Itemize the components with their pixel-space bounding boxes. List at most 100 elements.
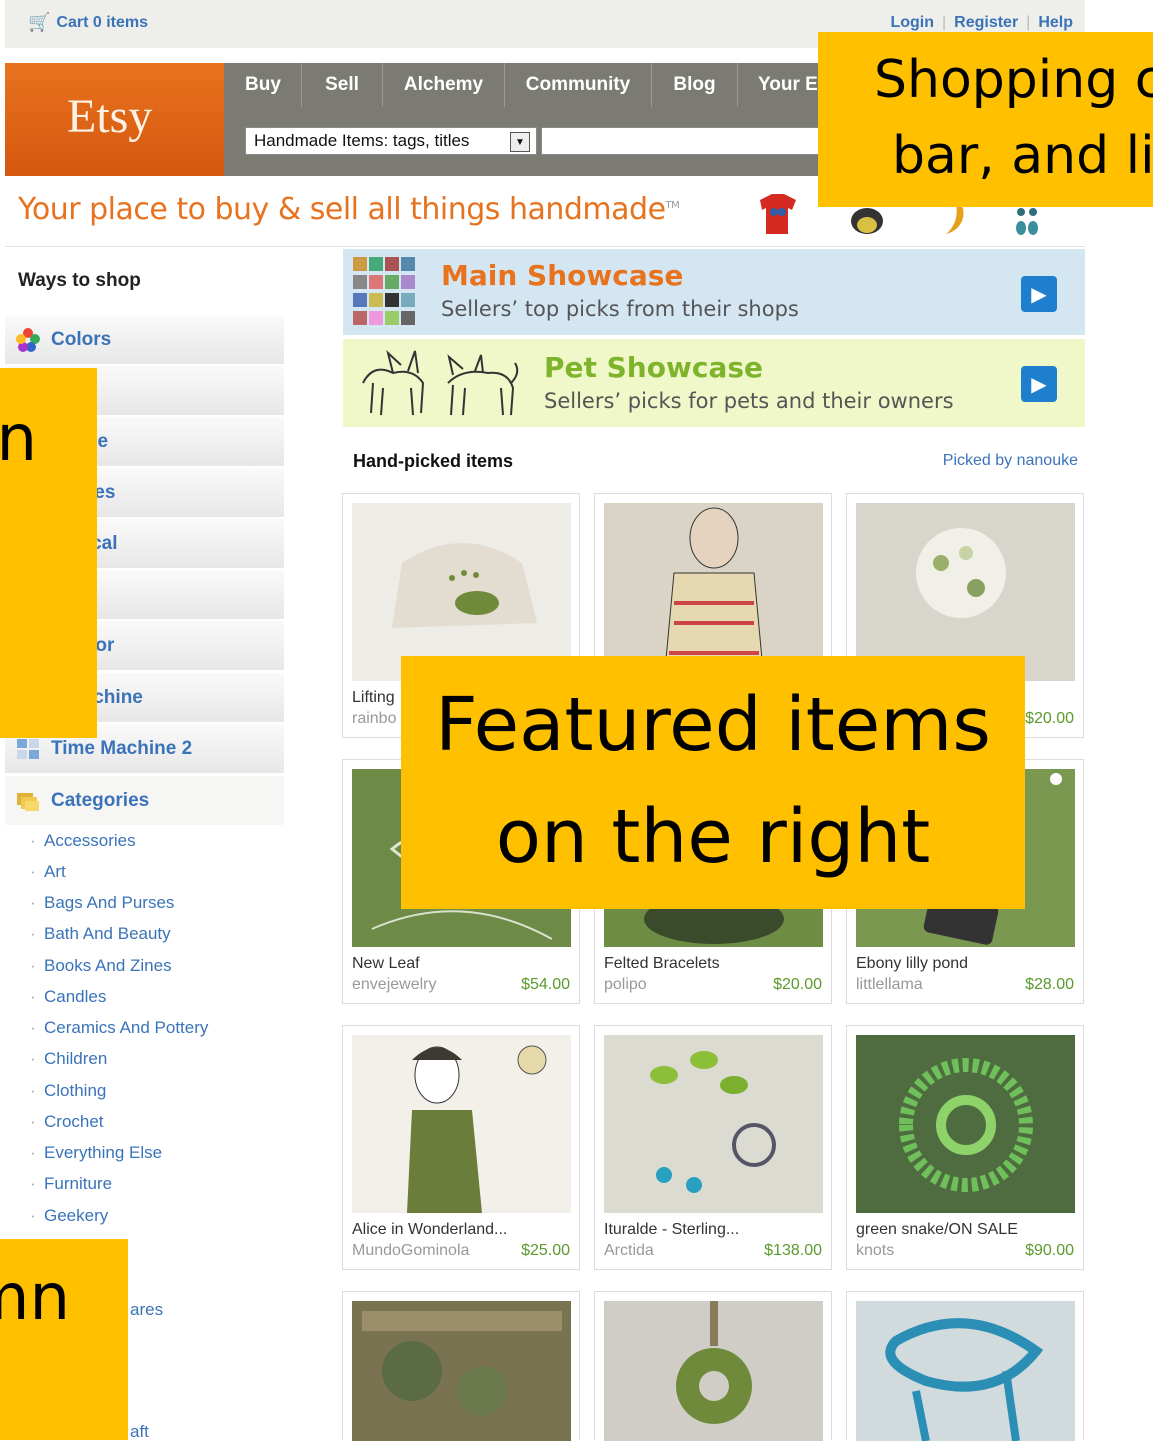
item-card[interactable] [342,1291,580,1441]
showcase-title: Main Showcase [441,259,684,292]
cart-link[interactable]: 🛒 Cart 0 items [28,12,148,33]
annotation-line: bar, and lir [892,126,1153,186]
item-card[interactable] [594,1291,832,1441]
robot-shirt-icon [752,192,804,236]
annotation-left-mid: n [0,368,97,738]
item-seller[interactable]: envejewelry [352,976,436,994]
item-card[interactable]: green snake/ON SALE knots $90.00 [846,1025,1084,1270]
item-card[interactable] [846,1291,1084,1442]
annotation-top-right: Shopping c bar, and lir [818,32,1153,207]
chevron-down-icon: ▼ [510,132,530,152]
item-image[interactable] [604,503,823,682]
item-title[interactable]: New Leaf [352,955,420,973]
category-link[interactable]: Bath And Beauty [30,924,171,944]
sidebar-item-label: Categories [51,789,150,811]
item-title[interactable]: green snake/ON SALE [856,1221,1018,1239]
category-link[interactable]: Accessories [30,831,136,851]
header-divider [5,246,1085,247]
tab-blog[interactable]: Blog [652,63,738,107]
link-separator: | [1026,14,1031,31]
item-price: $138.00 [764,1242,822,1259]
showcase-thumbnails-icon [351,255,435,331]
showcase-title: Pet Showcase [544,351,763,384]
tab-your-etsy[interactable]: Your E [738,63,818,107]
item-card[interactable]: Ituralde - Sterling... Arctida $138.00 [594,1025,832,1270]
annotation-line: mn [0,1261,70,1335]
item-title[interactable]: Alice in Wonderland... [352,1221,507,1239]
pet-showcase-banner[interactable]: Pet Showcase Sellers’ picks for pets and… [343,339,1085,427]
tab-alchemy[interactable]: Alchemy [383,63,505,107]
item-seller[interactable]: Arctida [604,1242,654,1260]
search-scope-select[interactable]: Handmade Items: tags, titles ▼ [245,127,537,155]
item-seller[interactable]: littlellama [856,976,923,994]
time-machine-2-icon [15,736,41,762]
cart-icon: 🛒 [28,12,51,32]
play-icon[interactable]: ▶ [1021,276,1057,312]
etsy-logo[interactable]: Etsy [5,63,224,176]
main-showcase-banner[interactable]: Main Showcase Sellers’ top picks from th… [343,249,1085,335]
sidebar-heading: Ways to shop [18,270,141,291]
item-image[interactable] [856,503,1075,681]
category-link[interactable]: ares [130,1300,163,1320]
category-link[interactable]: Art [30,862,66,882]
showcase-subtitle: Sellers’ top picks from their shops [441,297,799,321]
tab-community[interactable]: Community [505,63,652,107]
item-image[interactable] [352,1035,571,1213]
category-link[interactable]: Furniture [30,1174,112,1194]
sidebar-item-colors[interactable]: Colors [5,315,284,365]
play-icon[interactable]: ▶ [1021,366,1057,402]
item-image[interactable] [856,1301,1075,1442]
search-input[interactable] [541,127,831,155]
item-title[interactable]: Ebony lilly pond [856,955,968,973]
item-price: $54.00 [521,976,570,993]
item-seller[interactable]: rainbo [352,710,396,728]
sidebar-item-categories[interactable]: Categories [5,776,284,826]
tagline: Your place to buy & sell all things hand… [18,192,680,227]
item-title[interactable]: Ituralde - Sterling... [604,1221,739,1239]
item-card[interactable]: Alice in Wonderland... MundoGominola $25… [342,1025,580,1270]
category-link[interactable]: Everything Else [30,1143,162,1163]
item-price: $28.00 [1025,976,1074,993]
item-image[interactable] [856,1035,1075,1213]
login-link[interactable]: Login [890,14,934,32]
item-image[interactable] [604,1301,823,1441]
item-seller[interactable]: polipo [604,976,647,994]
account-links: Login | Register | Help [890,14,1073,32]
item-price: $20.00 [1025,710,1074,727]
sidebar-item-label: Colors [51,328,112,350]
register-link[interactable]: Register [954,14,1018,32]
category-link[interactable]: Ceramics And Pottery [30,1018,208,1038]
cart-label: Cart 0 items [56,13,149,31]
help-link[interactable]: Help [1038,14,1073,32]
sidebar-item-label: Time Machine 2 [51,737,193,759]
item-image[interactable] [604,1035,823,1213]
tab-buy[interactable]: Buy [225,63,302,107]
category-link[interactable]: Bags And Purses [30,893,174,913]
item-seller[interactable]: MundoGominola [352,1242,469,1260]
dog-cat-drawing-icon [353,343,523,423]
category-link[interactable]: Children [30,1049,107,1069]
item-price: $20.00 [773,976,822,993]
handpicked-heading: Hand-picked items [353,451,514,471]
link-separator: | [941,14,947,31]
item-price: $90.00 [1025,1242,1074,1259]
item-image[interactable] [352,503,571,681]
category-link[interactable]: Geekery [30,1206,108,1226]
annotation-line: n [0,402,37,476]
trademark: TM [665,200,680,211]
category-link[interactable]: aft [130,1422,149,1440]
category-link[interactable]: Books And Zines [30,956,172,976]
item-seller[interactable]: knots [856,1242,894,1260]
color-wheel-icon [15,327,41,353]
category-link[interactable]: Crochet [30,1112,103,1132]
item-image[interactable] [352,1301,571,1441]
item-title[interactable]: Felted Bracelets [604,955,720,973]
item-title[interactable]: Lifting [352,689,395,707]
categories-folder-icon [15,788,41,814]
tab-sell[interactable]: Sell [302,63,383,107]
category-link[interactable]: Clothing [30,1081,106,1101]
annotation-line: on the right [495,794,931,880]
category-link[interactable]: Candles [30,987,106,1007]
showcase-subtitle: Sellers’ picks for pets and their owners [544,389,954,413]
picked-by-link[interactable]: Picked by nanouke [943,452,1078,470]
